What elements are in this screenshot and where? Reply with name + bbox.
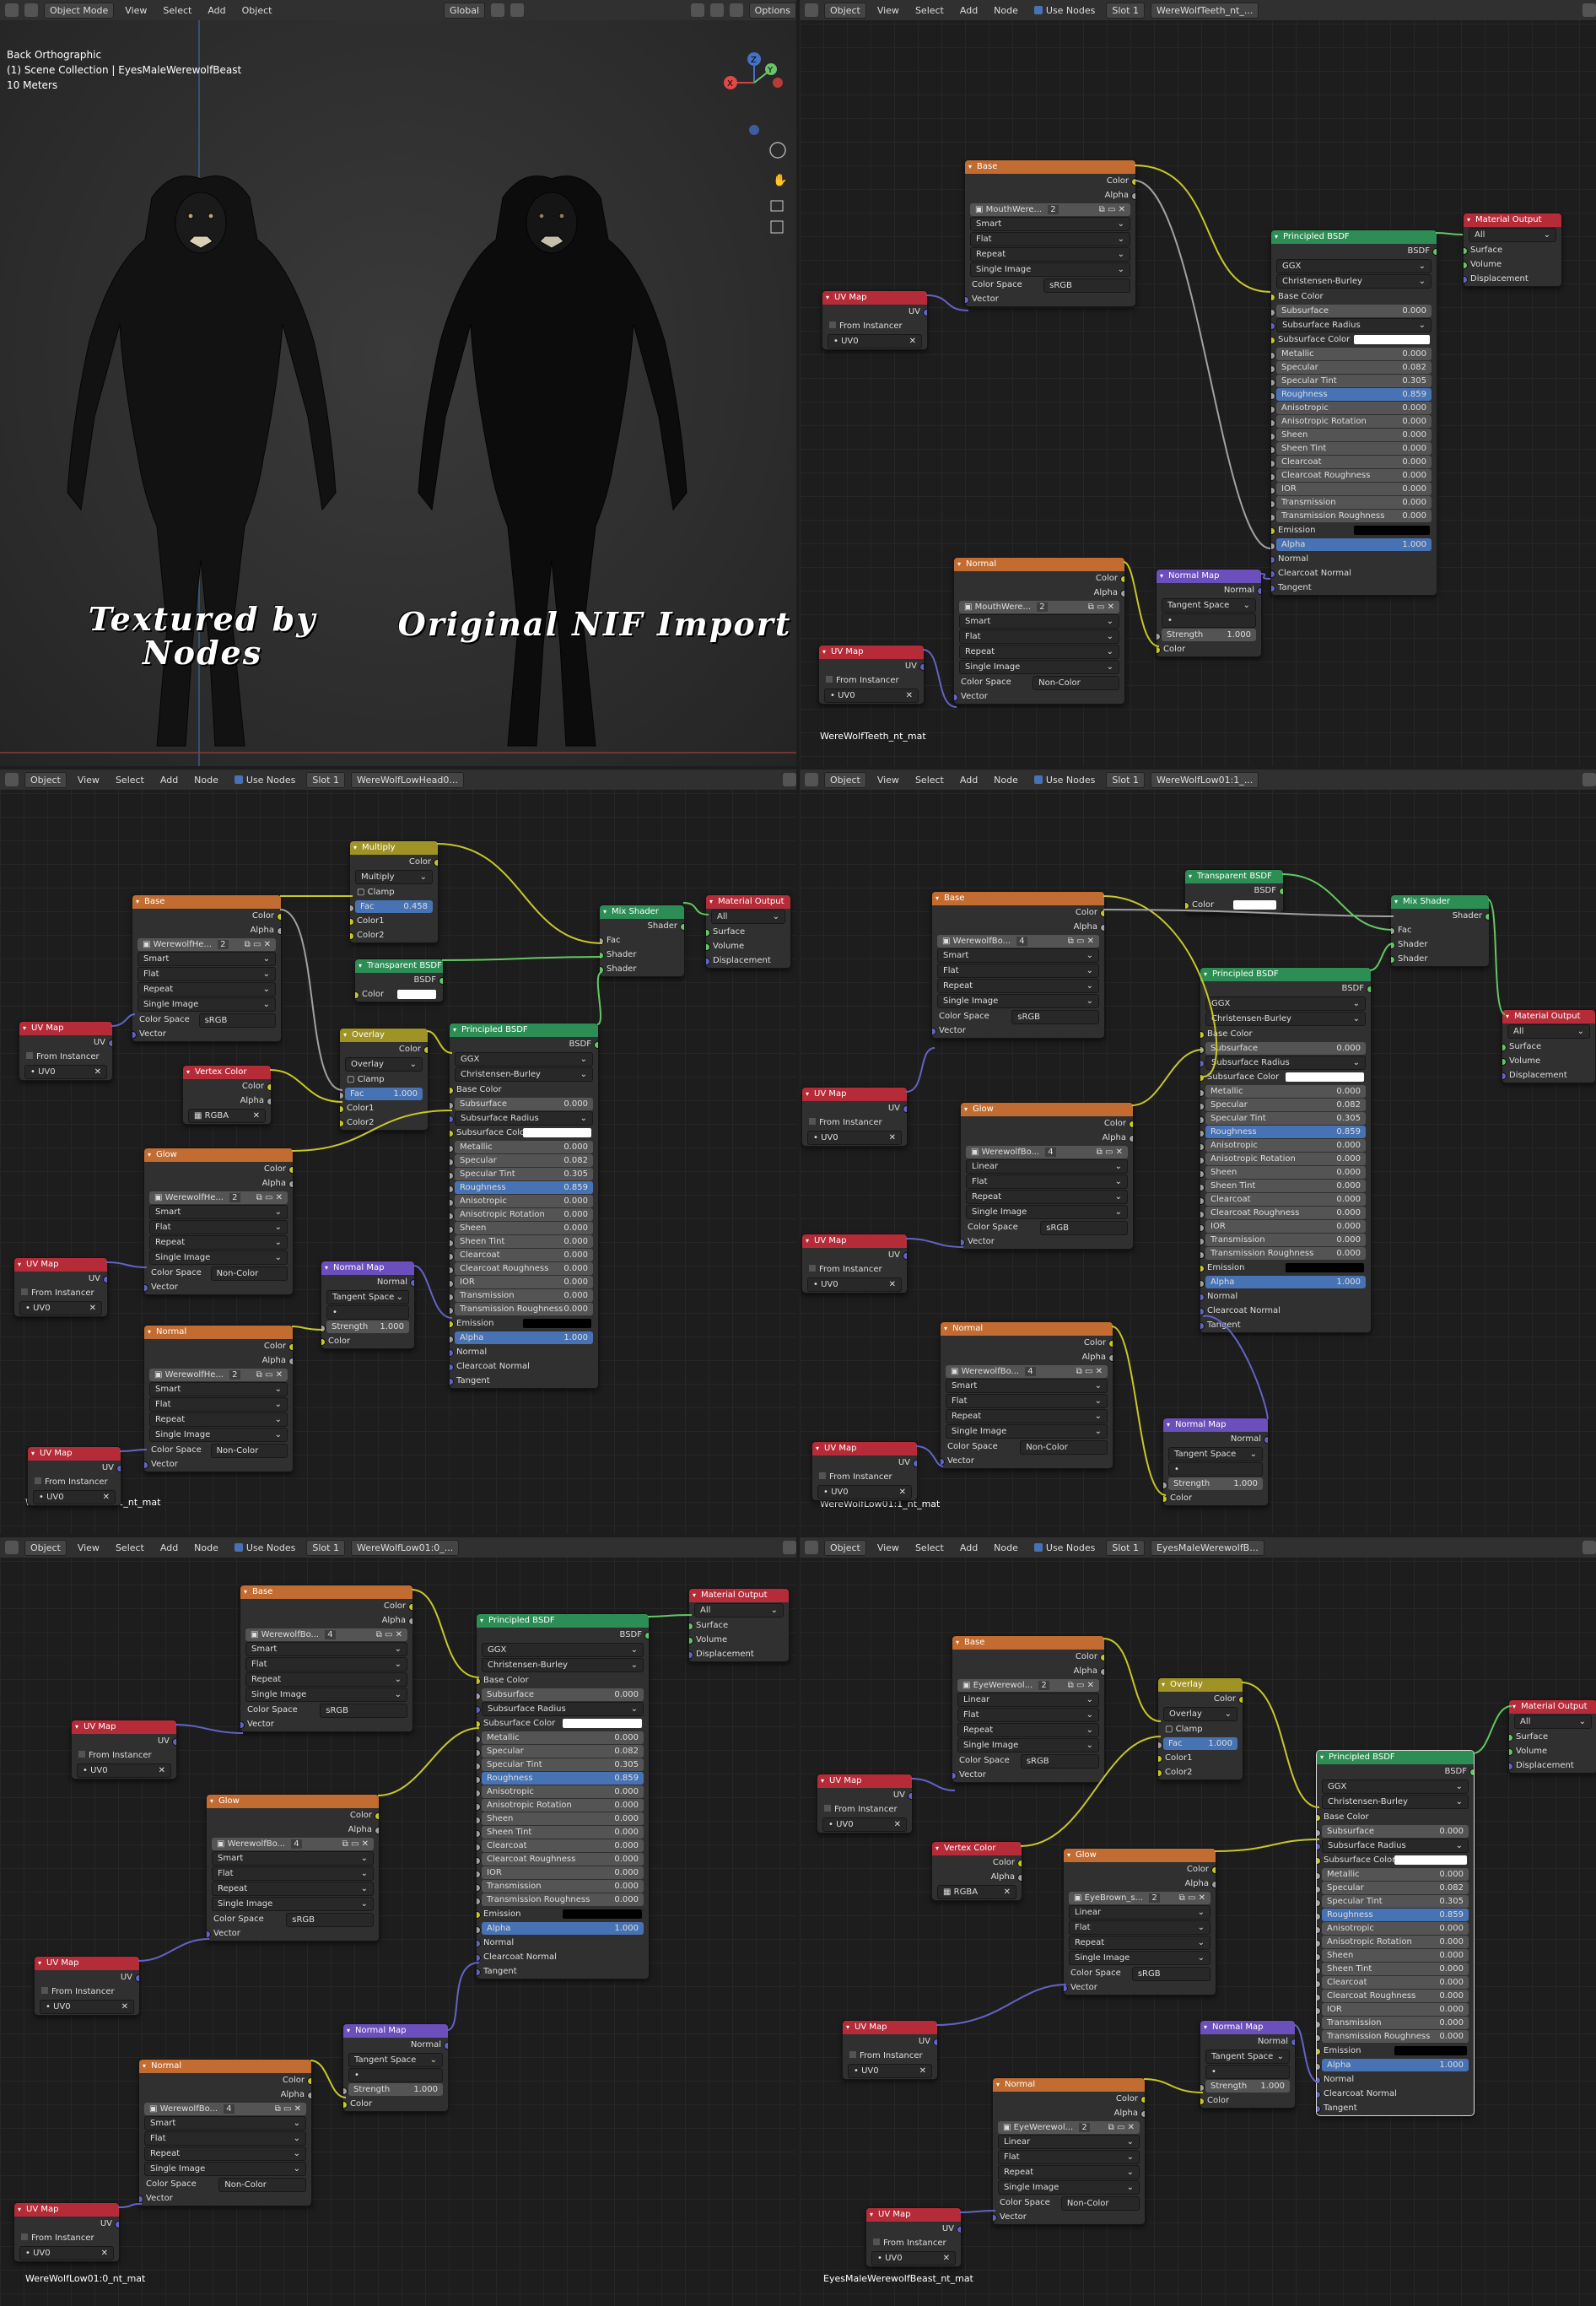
editor-type-icon[interactable] [5,3,19,17]
shading-solid-icon[interactable] [709,3,724,17]
viewport-canvas[interactable]: Back Orthographic (1) Scene Collection |… [0,20,796,766]
options-dropdown[interactable]: Options [748,2,796,19]
svg-text:Z: Z [751,56,757,65]
collection-name: (1) Scene Collection | EyesMaleWerewolfB… [7,64,242,76]
node-links [910,1638,1512,2213]
transform-orientation-dropdown[interactable]: Global [443,2,486,19]
mode-dropdown[interactable]: Object Mode [44,2,115,19]
node-editor-eyes[interactable]: Object View Select Add Node Use Nodes Sl… [800,1537,1596,2306]
svg-text:Y: Y [767,66,774,75]
node-editor-low01-0[interactable]: Object View Select Add Node Use Nodes Sl… [0,1537,796,2306]
caption-textured: Textured by Nodes [88,600,317,672]
shading-material-icon[interactable] [729,3,743,17]
scale-text: 10 Meters [7,79,58,91]
view-name: Back Orthographic [7,49,102,61]
snap-icon[interactable] [491,3,505,17]
navigation-gizmo[interactable]: Z X Y ✋ [717,49,793,235]
node-links [922,165,1464,708]
menu-object[interactable]: Object [237,3,278,18]
menu-add[interactable]: Add [202,3,230,18]
menu-select[interactable]: Select [158,3,197,18]
werewolf-original-model [418,176,687,747]
node-editor-teeth[interactable]: Object View Select Add Node Use Nodes Sl… [800,0,1596,766]
node-editor-low01-1[interactable]: Object View Select Add Node Use Nodes Sl… [800,770,1596,1534]
viewport-area[interactable]: Object Mode View Select Add Object Globa… [0,0,796,766]
svg-text:X: X [727,79,733,89]
viewport-header: Object Mode View Select Add Object Globa… [0,0,796,20]
proportional-edit-icon[interactable] [510,3,525,17]
viewport-info: Back Orthographic (1) Scene Collection |… [7,47,241,93]
node-links [105,843,709,1452]
node-editor-head[interactable]: Object View Select Add Node Use Nodes Sl… [0,770,796,1534]
overlay-icon[interactable] [690,3,704,17]
menu-view[interactable]: View [120,3,152,18]
caption-original: Original NIF Import [397,605,792,643]
svg-text:✋: ✋ [773,173,787,187]
node-links [905,873,1506,1496]
node-links [117,1589,693,2208]
select-tool-icon[interactable] [24,3,38,17]
